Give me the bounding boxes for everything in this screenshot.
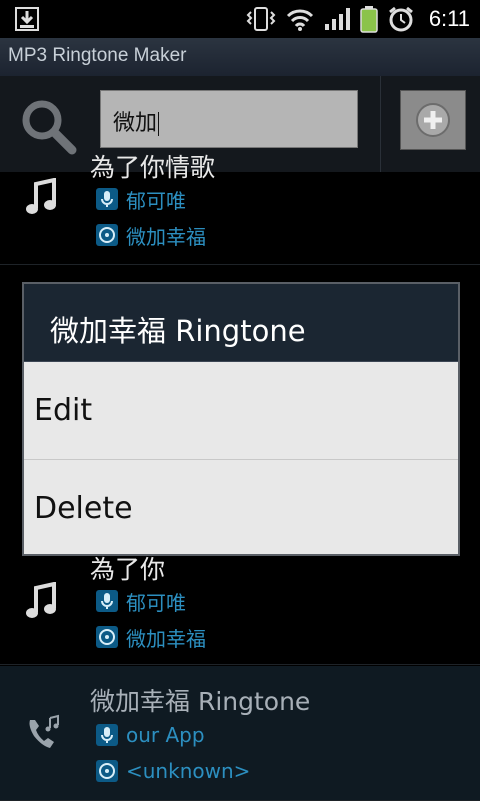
status-bar: 6:11 [0,0,480,38]
text-cursor [158,112,160,136]
list-item-album: 微加幸福 [126,224,206,249]
list-item-album-line: 微加幸福 [96,222,206,249]
list-item-artist: our App [126,723,205,747]
list-item-artist-line: our App [96,722,205,748]
wifi-icon [286,9,313,31]
edit-menu-item[interactable]: Edit [24,362,458,459]
status-time: 6:11 [428,6,470,31]
delete-menu-label: Delete [34,491,133,526]
search-input-value: 微加 [113,111,158,136]
list-item-artist-line: 郁可唯 [96,588,186,615]
add-button[interactable] [400,90,466,150]
list-item-artist: 郁可唯 [126,188,186,213]
list-item-album-line: 微加幸福 [96,624,206,651]
context-menu-dialog: 微加幸福 Ringtone Edit Delete [22,282,460,556]
list-item-artist-line: 郁可唯 [96,186,186,213]
edit-menu-label: Edit [34,393,93,428]
dialog-title: 微加幸福 Ringtone [50,314,306,348]
disc-icon [96,760,118,782]
music-note-icon [26,582,56,618]
phone-ringtone-icon [29,714,59,748]
battery-icon [360,6,378,33]
alarm-icon [388,6,413,32]
app-title-bar: MP3 Ringtone Maker [0,38,480,77]
list-item[interactable]: 微加幸福 Ringtone our App <unknown> [0,666,480,801]
download-icon [15,7,39,31]
delete-menu-item[interactable]: Delete [24,460,458,557]
music-note-icon [26,178,56,214]
search-input[interactable]: 微加 [100,90,358,148]
signal-icon [324,8,350,30]
microphone-icon [96,724,118,746]
search-icon[interactable] [16,94,80,158]
dialog-header: 微加幸福 Ringtone [24,284,458,362]
app-title: MP3 Ringtone Maker [8,45,187,66]
add-icon [416,103,450,137]
list-item-title: 為了你情歌 [90,153,216,182]
vibrate-icon [246,7,276,31]
list-item-album-line: <unknown> [96,758,250,784]
microphone-icon [96,590,118,612]
list-item-album: <unknown> [126,759,251,783]
list-item[interactable]: 為了你情歌 郁可唯 微加幸福 [0,152,480,265]
list-item[interactable]: 為了你 郁可唯 微加幸福 [0,554,480,665]
disc-icon [96,224,118,246]
microphone-icon [96,188,118,210]
list-item-artist: 郁可唯 [126,590,186,615]
list-item-title: 微加幸福 Ringtone [90,687,311,716]
disc-icon [96,626,118,648]
list-item-album: 微加幸福 [126,626,206,651]
